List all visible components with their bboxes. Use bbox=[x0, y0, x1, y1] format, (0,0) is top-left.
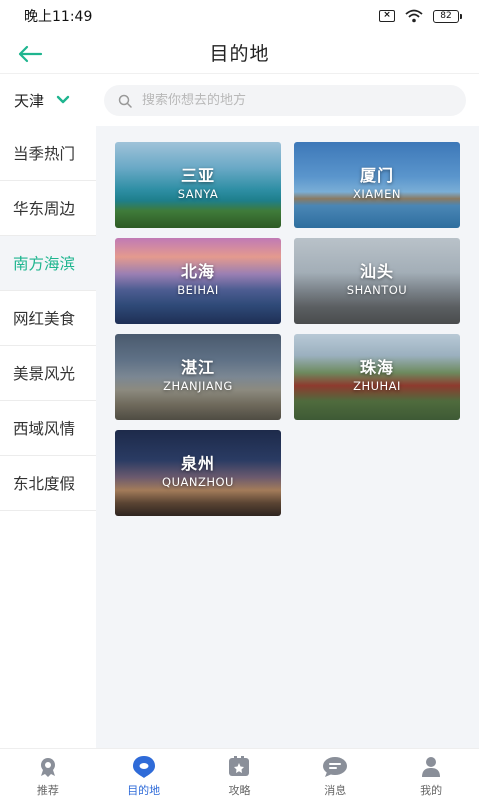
destination-grid: 三亚 SANYA 厦门 XIAMEN 北海 BEIHAI 汕头 SHANTOU … bbox=[96, 126, 479, 748]
destination-name-cn: 厦门 bbox=[359, 166, 394, 185]
sidebar-item-label: 西域风情 bbox=[13, 420, 76, 438]
bottom-nav: 推荐 目的地 攻略 消息 我的 bbox=[0, 748, 479, 799]
destination-name-en: SHANTOU bbox=[346, 283, 408, 297]
city-name: 天津 bbox=[14, 91, 45, 110]
nav-messages[interactable]: 消息 bbox=[287, 749, 383, 799]
destination-card-beihai[interactable]: 北海 BEIHAI bbox=[115, 238, 281, 324]
destination-name-cn: 湛江 bbox=[180, 358, 215, 377]
sidebar-item-southern-coast[interactable]: 南方海滨 bbox=[0, 236, 96, 291]
destination-name-cn: 汕头 bbox=[359, 262, 394, 281]
status-bar: 晚上11:49 × 82 bbox=[0, 0, 479, 32]
destination-name-en: QUANZHOU bbox=[162, 475, 234, 489]
destination-card-sanya[interactable]: 三亚 SANYA bbox=[115, 142, 281, 228]
nav-recommend[interactable]: 推荐 bbox=[0, 749, 96, 799]
sidebar-item-scenery[interactable]: 美景风光 bbox=[0, 346, 96, 401]
notification-x-icon: × bbox=[379, 10, 395, 22]
search-icon bbox=[118, 94, 132, 108]
nav-label: 目的地 bbox=[127, 784, 161, 797]
chevron-down-icon bbox=[56, 95, 70, 104]
destination-name-en: SANYA bbox=[177, 187, 219, 201]
guide-book-icon bbox=[226, 755, 252, 779]
destination-name-en: BEIHAI bbox=[177, 283, 219, 297]
nav-label: 攻略 bbox=[228, 784, 251, 797]
destination-name-cn: 珠海 bbox=[359, 358, 394, 377]
status-icons: × 82 bbox=[379, 9, 462, 23]
sidebar-item-internet-food[interactable]: 网红美食 bbox=[0, 291, 96, 346]
destination-name-en: ZHANJIANG bbox=[163, 379, 233, 393]
destination-name-cn: 三亚 bbox=[180, 166, 215, 185]
destination-card-zhuhai[interactable]: 珠海 ZHUHAI bbox=[294, 334, 460, 420]
sidebar-item-western-style[interactable]: 西域风情 bbox=[0, 401, 96, 456]
sidebar-item-label: 当季热门 bbox=[13, 145, 76, 163]
nav-label: 我的 bbox=[420, 784, 443, 797]
nav-guide[interactable]: 攻略 bbox=[192, 749, 288, 799]
sidebar-item-northeast-resort[interactable]: 东北度假 bbox=[0, 456, 96, 511]
wifi-icon bbox=[405, 9, 423, 23]
sidebar-item-label: 东北度假 bbox=[13, 475, 76, 493]
search-input[interactable] bbox=[142, 93, 442, 108]
search-row: 天津 bbox=[0, 74, 479, 126]
sidebar-item-label: 网红美食 bbox=[13, 310, 76, 328]
page-title: 目的地 bbox=[209, 43, 270, 65]
battery-icon: 82 bbox=[433, 9, 462, 23]
nav-destination[interactable]: 目的地 bbox=[96, 749, 192, 799]
sidebar-item-label: 南方海滨 bbox=[13, 255, 76, 273]
back-button[interactable] bbox=[14, 40, 46, 68]
sidebar-item-east-china[interactable]: 华东周边 bbox=[0, 181, 96, 236]
back-arrow-icon bbox=[18, 45, 43, 63]
recommend-icon bbox=[35, 755, 61, 779]
status-time: 晚上11:49 bbox=[24, 9, 93, 25]
search-box[interactable] bbox=[104, 85, 466, 116]
city-selector[interactable]: 天津 bbox=[0, 74, 96, 126]
nav-label: 消息 bbox=[324, 784, 347, 797]
destination-card-xiamen[interactable]: 厦门 XIAMEN bbox=[294, 142, 460, 228]
nav-label: 推荐 bbox=[36, 784, 59, 797]
destination-name-cn: 泉州 bbox=[180, 454, 215, 473]
category-sidebar: 当季热门 华东周边 南方海滨 网红美食 美景风光 西域风情 东北度假 bbox=[0, 126, 96, 748]
destination-name-en: ZHUHAI bbox=[353, 379, 401, 393]
sidebar-item-seasonal-hot[interactable]: 当季热门 bbox=[0, 126, 96, 181]
destination-card-quanzhou[interactable]: 泉州 QUANZHOU bbox=[115, 430, 281, 516]
message-bubble-icon bbox=[322, 755, 348, 779]
profile-icon bbox=[418, 755, 444, 779]
destination-card-shantou[interactable]: 汕头 SHANTOU bbox=[294, 238, 460, 324]
destination-name-en: XIAMEN bbox=[353, 187, 401, 201]
location-pin-icon bbox=[131, 755, 157, 779]
destination-card-zhanjiang[interactable]: 湛江 ZHANJIANG bbox=[115, 334, 281, 420]
destination-name-cn: 北海 bbox=[180, 262, 215, 281]
sidebar-item-label: 华东周边 bbox=[13, 200, 76, 218]
top-header: 目的地 bbox=[0, 32, 479, 74]
nav-profile[interactable]: 我的 bbox=[383, 749, 479, 799]
sidebar-item-label: 美景风光 bbox=[13, 365, 76, 383]
